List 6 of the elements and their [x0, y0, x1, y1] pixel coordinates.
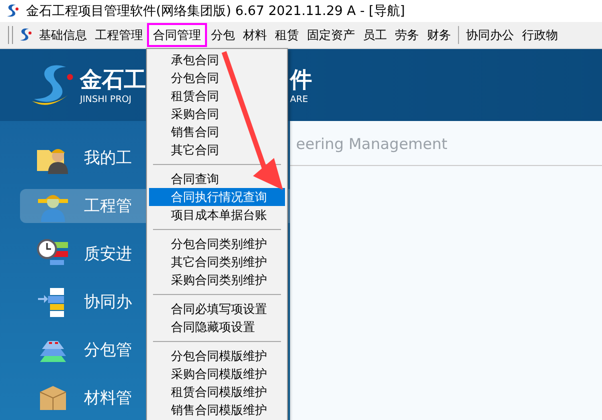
- banner-title: 件: [290, 67, 312, 95]
- window-title: 金石工程项目管理软件(网络集团版) 6.67 2021.11.29 A - [导航]: [26, 3, 405, 20]
- banner-subtitle: ARE: [290, 95, 310, 105]
- banner-title: 金石工: [80, 67, 146, 95]
- banner-subtitle: JINSHI PROJ: [80, 95, 132, 105]
- content-heading: eering Management: [295, 134, 448, 155]
